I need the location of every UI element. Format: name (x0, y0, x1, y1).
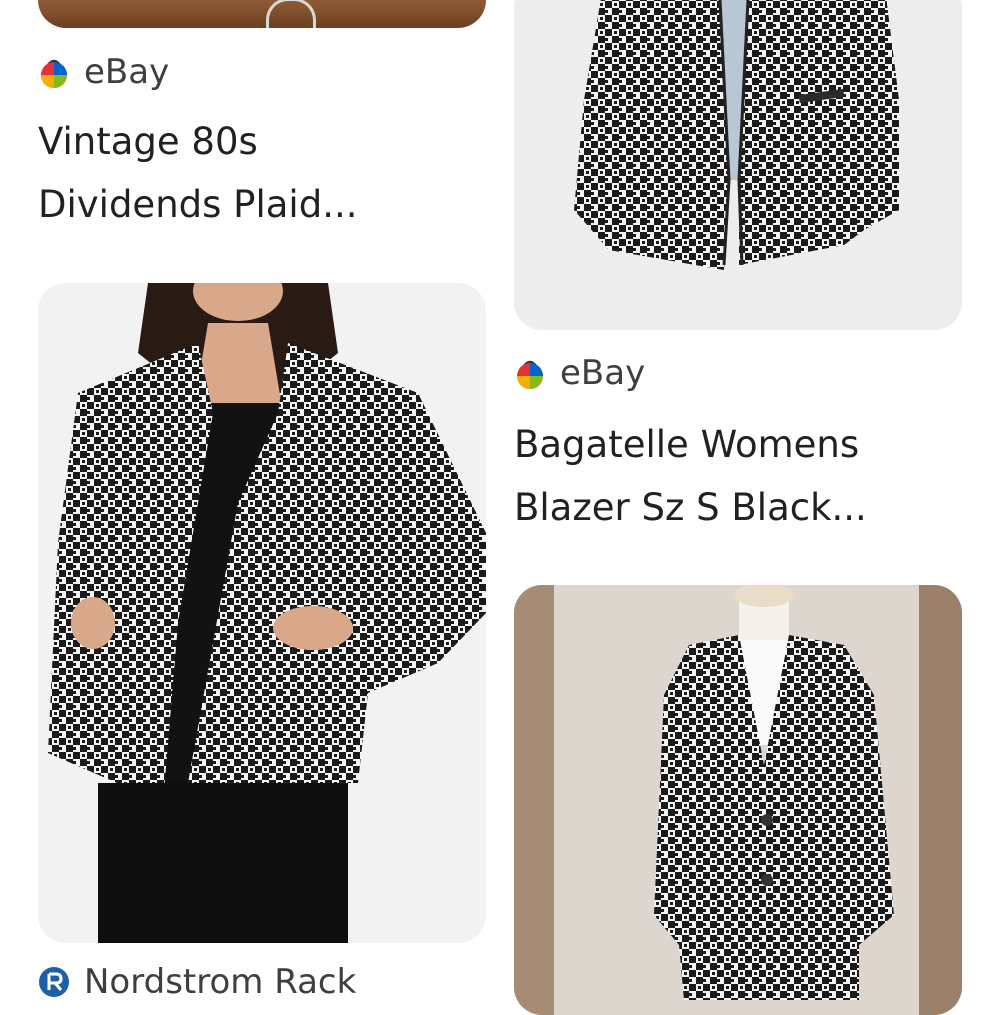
result-image-2[interactable] (514, 0, 962, 330)
source-label: Nordstrom Rack (84, 962, 357, 1002)
result-image-4[interactable] (514, 585, 962, 1015)
title-line: Blazer Sz S Black... (514, 486, 867, 529)
mannequin-photo (514, 585, 962, 1015)
ebay-bag-icon (514, 357, 546, 389)
result-source-1[interactable]: eBay (38, 52, 169, 92)
result-image-1[interactable] (38, 0, 486, 28)
title-line: Vintage 80s (38, 120, 258, 163)
nordstrom-rack-icon (38, 966, 70, 998)
title-line: Dividends Plaid... (38, 183, 358, 226)
source-label: eBay (560, 353, 646, 393)
hanger-graphic (266, 0, 316, 28)
source-label: eBay (84, 52, 170, 92)
result-title-1[interactable]: Vintage 80s Dividends Plaid... (38, 110, 478, 236)
result-title-2[interactable]: Bagatelle Womens Blazer Sz S Black... (514, 413, 954, 539)
result-source-3[interactable]: Nordstrom Rack (38, 962, 356, 1002)
result-image-3[interactable] (38, 283, 486, 943)
result-source-2[interactable]: eBay (514, 353, 645, 393)
model-photo (38, 283, 486, 943)
blazer-photo (514, 0, 962, 330)
title-line: Bagatelle Womens (514, 423, 860, 466)
ebay-bag-icon (38, 56, 70, 88)
